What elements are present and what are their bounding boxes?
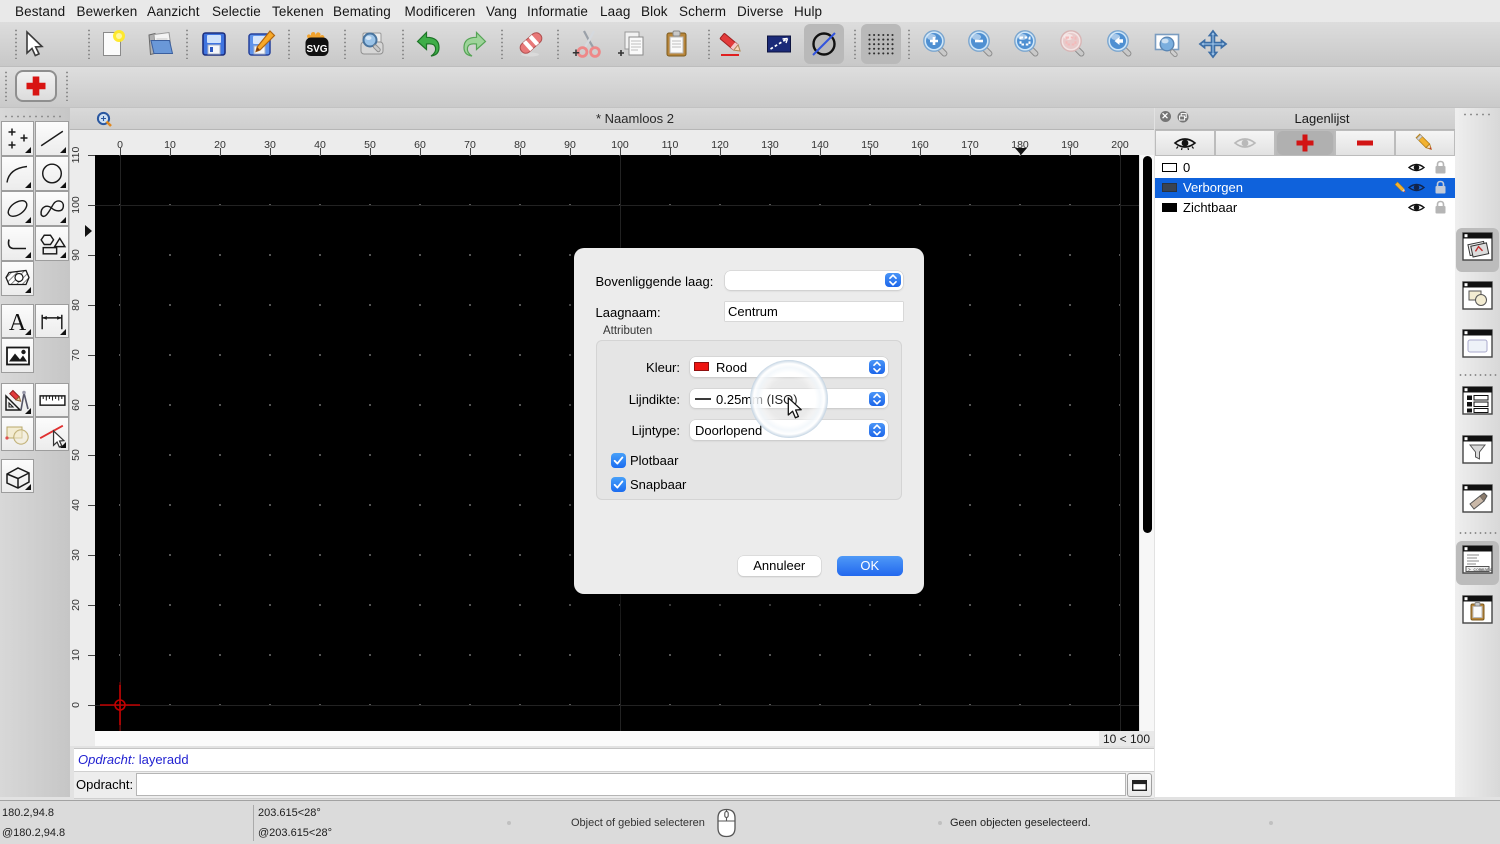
svg-text:> command: > command xyxy=(1468,567,1493,573)
svg-text:SVG: SVG xyxy=(306,44,327,55)
